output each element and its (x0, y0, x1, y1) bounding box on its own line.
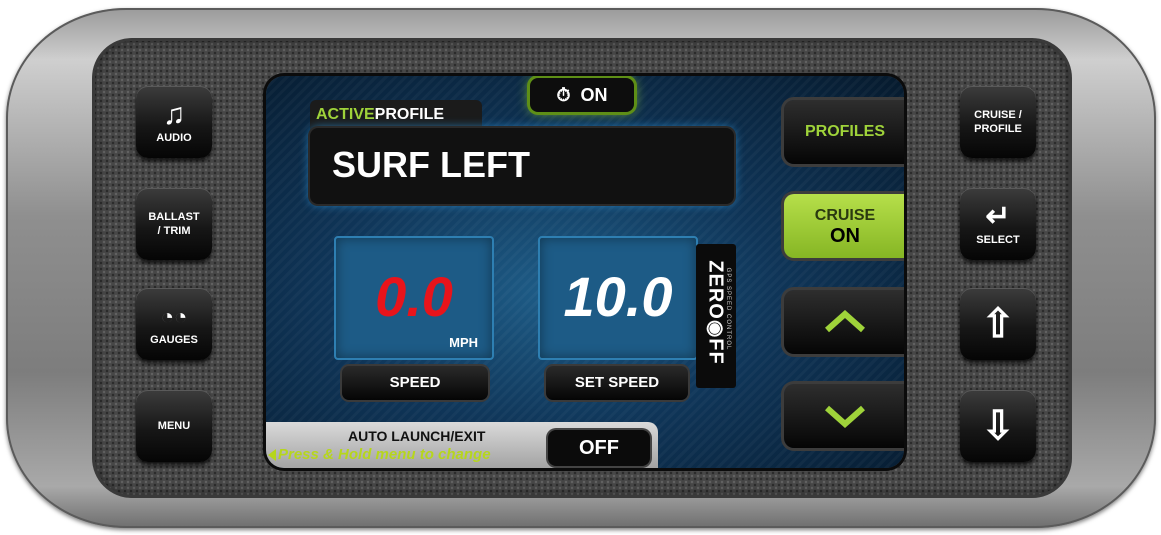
ballast-trim-button[interactable]: BALLAST / TRIM (136, 188, 212, 260)
arrow-up-icon: ⇧ (981, 302, 1015, 346)
speed-value: 0.0 (375, 265, 453, 328)
cruise-line1: CRUISE (814, 207, 876, 224)
screen-up-button[interactable] (784, 290, 904, 354)
cruise-line2: ON (830, 225, 860, 247)
chevron-up-icon (825, 310, 865, 333)
select-button[interactable]: ↵ SELECT (960, 188, 1036, 260)
hardware-down-button[interactable]: ⇩ (960, 390, 1036, 462)
auto-launch-toggle[interactable]: OFF (548, 430, 650, 466)
auto-launch-hint: Press & Hold menu to change (278, 446, 491, 463)
active-profile-tab-profile: PROFILE (374, 106, 445, 123)
speed-tile: 0.0 MPH (334, 236, 494, 360)
select-label: SELECT (976, 234, 1020, 246)
cruise-status-indicator[interactable]: ⏱ ON (530, 78, 634, 112)
gauges-icon: ◔◔ (160, 304, 188, 329)
gauges-button[interactable]: ◔◔ GAUGES (136, 288, 212, 360)
zero-off-logo: ZERO◉FF GPS SPEED CONTROL (696, 244, 736, 388)
menu-button[interactable]: MENU (136, 390, 212, 462)
chevron-down-icon (825, 405, 865, 428)
gauges-label: GAUGES (150, 334, 198, 346)
audio-button[interactable]: ♫ AUDIO (136, 86, 212, 158)
arrow-left-icon (268, 449, 276, 461)
brand-tagline: GPS SPEED CONTROL (725, 267, 731, 351)
audio-label: AUDIO (156, 132, 192, 144)
cruise-on-button[interactable]: CRUISE ON (784, 194, 904, 258)
ballast-trim-label: BALLAST / TRIM (148, 211, 200, 237)
menu-label: MENU (157, 420, 191, 432)
active-profile-tab-active: ACTIVE (316, 106, 375, 123)
arrow-down-icon: ⇩ (981, 404, 1015, 448)
set-speed-tile[interactable]: 10.0 (538, 236, 698, 360)
set-speed-label: SET SPEED (546, 366, 688, 400)
enter-arrow-icon: ↵ (985, 200, 1011, 233)
speed-unit: MPH (449, 335, 478, 350)
cruise-status-label: ON (580, 84, 608, 105)
auto-launch-title: AUTO LAUNCH/EXIT (348, 428, 486, 444)
screen-down-button[interactable] (784, 384, 904, 448)
hardware-up-button[interactable]: ⇧ (960, 288, 1036, 360)
active-profile-name: SURF LEFT (332, 144, 530, 185)
active-profile-tab: ACTIVEPROFILE (310, 100, 482, 130)
active-profile-box: SURF LEFT (310, 128, 734, 204)
cruise-profile-label: CRUISE / PROFILE (974, 109, 1022, 135)
speed-label: SPEED (342, 366, 488, 400)
set-speed-value: 10.0 (563, 265, 673, 328)
speedometer-icon: ⏱ (556, 84, 571, 105)
music-note-icon: ♫ (162, 98, 186, 131)
display-screen: ⏱ ON ACTIVEPROFILE SURF LEFT 0.0 MPH SPE… (266, 76, 904, 468)
cruise-profile-button[interactable]: CRUISE / PROFILE (960, 86, 1036, 158)
profiles-label: PROFILES (804, 123, 885, 140)
profiles-button[interactable]: PROFILES (784, 100, 904, 164)
